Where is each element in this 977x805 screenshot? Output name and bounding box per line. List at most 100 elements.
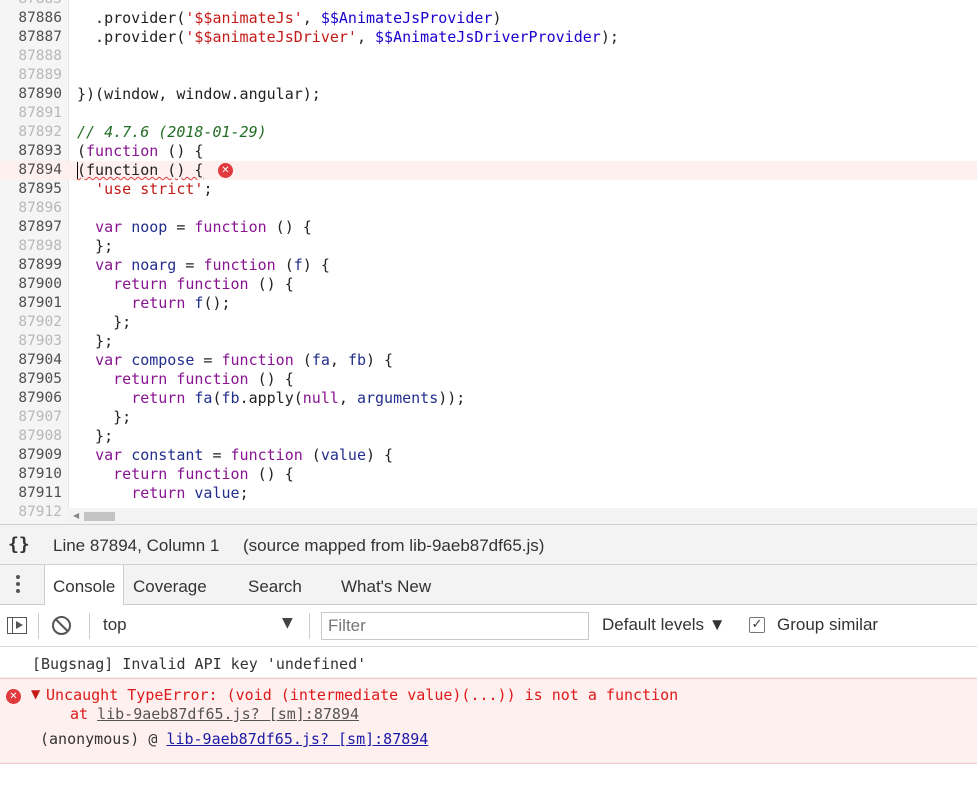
stack-prefix: at	[70, 705, 98, 723]
code-line[interactable]: 87892 // 4.7.6 (2018-01-29)	[0, 123, 977, 142]
filter-input[interactable]	[321, 612, 589, 640]
code-line[interactable]: 87904 var compose = function (fa, fb) {	[0, 351, 977, 370]
line-number[interactable]: 87902	[0, 313, 62, 332]
line-number[interactable]: 87903	[0, 332, 62, 351]
line-number[interactable]: 87886	[0, 9, 62, 28]
stack-link[interactable]: lib-9aeb87df65.js? [sm]:87894	[97, 705, 359, 723]
code-line[interactable]: 87889	[0, 66, 977, 85]
code-line[interactable]: 87905 return function () {	[0, 370, 977, 389]
code-token: function	[203, 256, 276, 274]
code-line[interactable]: 87911 return value;	[0, 484, 977, 503]
tab-console[interactable]: Console	[44, 565, 125, 605]
tab-search[interactable]: Search	[240, 565, 310, 604]
group-similar-checkbox[interactable]: ✓	[749, 617, 765, 633]
code-text: return f();	[77, 294, 230, 313]
code-line[interactable]: 87909 var constant = function (value) {	[0, 446, 977, 465]
line-number[interactable]: 87889	[0, 66, 62, 85]
line-number[interactable]: 87897	[0, 218, 62, 237]
code-token: ,	[329, 351, 348, 369]
line-number[interactable]: 87900	[0, 275, 62, 294]
code-line[interactable]: 87893 (function () {	[0, 142, 977, 161]
line-number[interactable]: 87887	[0, 28, 62, 47]
code-line[interactable]: 87908 };	[0, 427, 977, 446]
code-line[interactable]: 87896	[0, 199, 977, 218]
tab-coverage[interactable]: Coverage	[125, 565, 215, 604]
drawer-tab-bar: Console Coverage Search What's New	[0, 565, 977, 605]
error-icon[interactable]: ✕	[218, 163, 233, 178]
line-number[interactable]: 87885	[0, 0, 62, 9]
scroll-left-icon[interactable]: ◀	[73, 511, 79, 520]
line-number[interactable]: 87908	[0, 427, 62, 446]
code-token: };	[77, 408, 132, 426]
code-line[interactable]: 87899 var noarg = function (f) {	[0, 256, 977, 275]
text-cursor	[77, 162, 78, 179]
code-line[interactable]: 87907 };	[0, 408, 977, 427]
code-line[interactable]: 87898 };	[0, 237, 977, 256]
line-number[interactable]: 87912	[0, 503, 62, 522]
expand-triangle-icon[interactable]: ▼	[31, 687, 40, 701]
code-token: function	[176, 465, 249, 483]
source-editor[interactable]: 8788587886 .provider('$$animateJs', $$An…	[0, 0, 977, 524]
horizontal-scrollbar[interactable]: ◀	[68, 508, 977, 524]
line-number[interactable]: 87896	[0, 199, 62, 218]
code-token: };	[77, 237, 114, 255]
code-line[interactable]: 87895 'use strict';	[0, 180, 977, 199]
editor-status-bar: {} Line 87894, Column 1 (source mapped f…	[0, 524, 977, 565]
code-token: fa	[194, 389, 213, 407]
context-selector[interactable]: top	[103, 615, 127, 635]
line-number[interactable]: 87911	[0, 484, 62, 503]
code-line[interactable]: 87901 return f();	[0, 294, 977, 313]
group-similar-label[interactable]: Group similar	[777, 615, 878, 635]
clear-console-icon[interactable]	[52, 616, 71, 635]
line-number[interactable]: 87899	[0, 256, 62, 275]
tab-whats-new[interactable]: What's New	[333, 565, 439, 604]
code-line[interactable]: 87894 (function () {✕	[0, 161, 977, 180]
drawer-menu-icon[interactable]	[13, 573, 23, 597]
code-line[interactable]: 87885	[0, 0, 977, 9]
line-number[interactable]: 87904	[0, 351, 62, 370]
line-number[interactable]: 87890	[0, 85, 62, 104]
code-line[interactable]: 87897 var noop = function () {	[0, 218, 977, 237]
line-number[interactable]: 87892	[0, 123, 62, 142]
line-number[interactable]: 87907	[0, 408, 62, 427]
line-number[interactable]: 87888	[0, 47, 62, 66]
code-line[interactable]: 87903 };	[0, 332, 977, 351]
code-line[interactable]: 87891	[0, 104, 977, 123]
source-map-link[interactable]: (source mapped from lib-9aeb87df65.js)	[243, 536, 544, 556]
line-number[interactable]: 87898	[0, 237, 62, 256]
line-number[interactable]: 87893	[0, 142, 62, 161]
line-number[interactable]: 87909	[0, 446, 62, 465]
code-line[interactable]: 87900 return function () {	[0, 275, 977, 294]
code-line[interactable]: 87902 };	[0, 313, 977, 332]
anon-link[interactable]: lib-9aeb87df65.js? [sm]:87894	[166, 730, 428, 748]
line-number[interactable]: 87906	[0, 389, 62, 408]
code-line[interactable]: 87888	[0, 47, 977, 66]
code-line[interactable]: 87890})(window, window.angular);	[0, 85, 977, 104]
console-error-message: ✕ ▼ Uncaught TypeError: (void (intermedi…	[0, 678, 977, 764]
code-token: var	[95, 256, 123, 274]
code-line[interactable]: 87886 .provider('$$animateJs', $$Animate…	[0, 9, 977, 28]
line-number[interactable]: 87894	[0, 161, 62, 180]
code-line[interactable]: 87906 return fa(fb.apply(null, arguments…	[0, 389, 977, 408]
code-lines: 8788587886 .provider('$$animateJs', $$An…	[0, 0, 977, 522]
error-icon: ✕	[6, 689, 21, 704]
line-number[interactable]: 87891	[0, 104, 62, 123]
line-number[interactable]: 87901	[0, 294, 62, 313]
line-number[interactable]: 87905	[0, 370, 62, 389]
line-number[interactable]: 87895	[0, 180, 62, 199]
code-token: ,	[338, 389, 357, 407]
code-token: .provider(	[77, 9, 186, 27]
code-line[interactable]: 87910 return function () {	[0, 465, 977, 484]
show-sidebar-icon[interactable]	[7, 617, 27, 634]
dropdown-arrow-icon[interactable]: ▼	[282, 615, 293, 631]
code-line[interactable]: 87887 .provider('$$animateJsDriver', $$A…	[0, 28, 977, 47]
scrollbar-thumb[interactable]	[84, 512, 115, 521]
line-number[interactable]: 87910	[0, 465, 62, 484]
pretty-print-button[interactable]: {}	[8, 534, 30, 555]
log-levels-dropdown[interactable]: Default levels ▼	[602, 615, 726, 635]
